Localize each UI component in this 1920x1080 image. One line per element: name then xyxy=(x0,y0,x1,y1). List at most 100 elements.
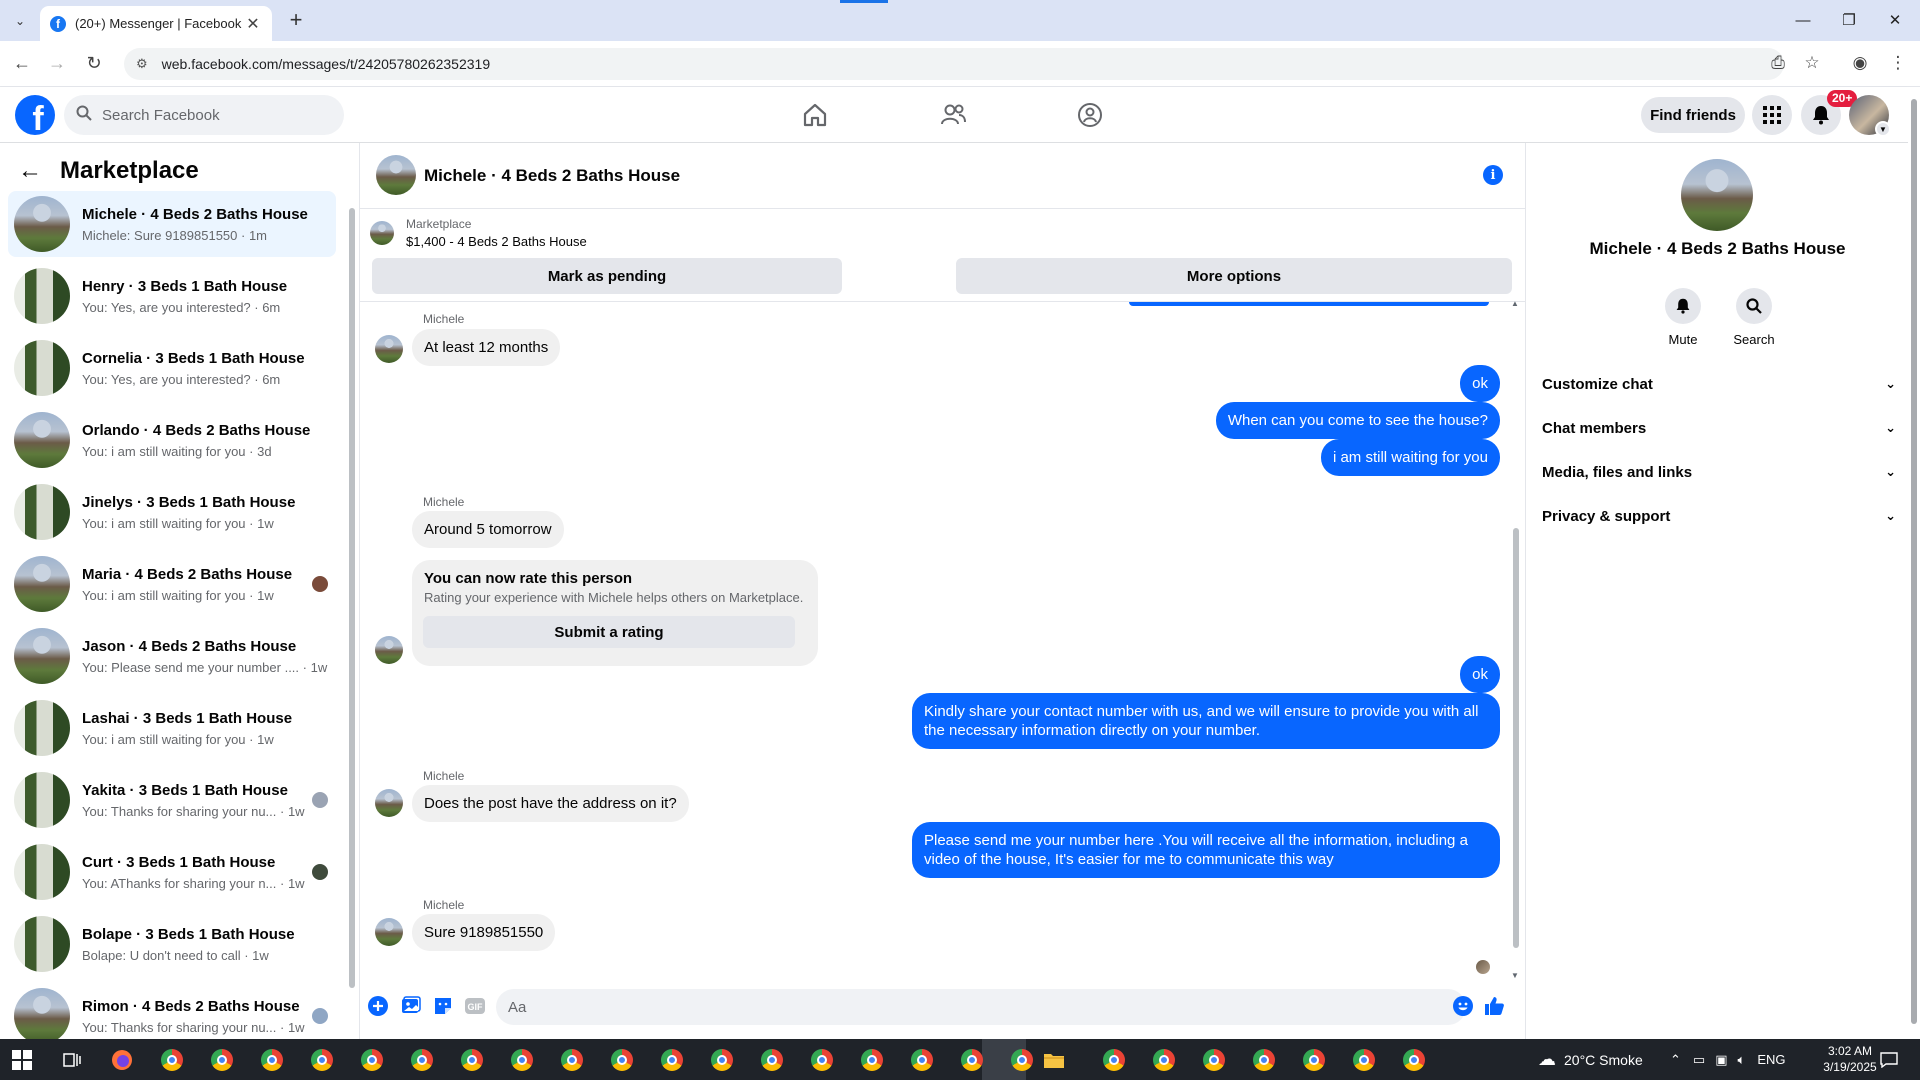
message-out[interactable]: ok xyxy=(1460,656,1500,693)
chrome-window-icon[interactable] xyxy=(1250,1046,1278,1074)
message-in[interactable]: At least 12 months xyxy=(412,329,561,366)
minimize-button[interactable]: — xyxy=(1780,6,1826,34)
new-tab-button[interactable]: + xyxy=(283,8,309,34)
message-in[interactable]: Does the post have the address on it? xyxy=(412,785,689,822)
message-input[interactable] xyxy=(508,998,1408,1016)
scrollbar-thumb[interactable] xyxy=(349,208,355,988)
install-app-icon[interactable]: ⎙ xyxy=(1766,52,1790,76)
browser-tab[interactable]: f (20+) Messenger | Facebook ✕ xyxy=(40,6,272,41)
more-options-button[interactable]: More options xyxy=(956,258,1512,294)
nav-groups[interactable] xyxy=(1035,87,1145,143)
message-input-field[interactable] xyxy=(496,989,1466,1025)
sticker-icon[interactable] xyxy=(432,995,454,1017)
mute-button[interactable]: Mute xyxy=(1653,288,1713,347)
sender-avatar[interactable] xyxy=(375,789,403,817)
profile-icon[interactable]: ◉ xyxy=(1848,52,1872,76)
search-in-conversation-button[interactable]: Search xyxy=(1724,288,1784,347)
section-chat-members[interactable]: Chat members ⌄ xyxy=(1542,406,1896,450)
chat-list-item[interactable]: Jinelys · 3 Beds 1 Bath House You: i am s… xyxy=(8,479,336,545)
chrome-window-icon[interactable] xyxy=(758,1046,786,1074)
chrome-window-icon[interactable] xyxy=(358,1046,386,1074)
message-out[interactable]: ok xyxy=(1460,365,1500,402)
chrome-window-icon[interactable] xyxy=(308,1046,336,1074)
display-icon[interactable]: ▭ xyxy=(1693,1052,1705,1068)
message-out[interactable]: When can you come to see the house? xyxy=(1215,402,1500,439)
firefox-icon[interactable] xyxy=(108,1046,136,1074)
chrome-window-icon[interactable] xyxy=(408,1046,436,1074)
conversation-title[interactable]: Michele · 4 Beds 2 Baths House xyxy=(424,166,680,186)
tab-close-icon[interactable]: ✕ xyxy=(244,14,262,34)
chrome-window-icon[interactable] xyxy=(908,1046,936,1074)
page-scrollbar[interactable] xyxy=(1908,87,1920,1039)
network-icon[interactable]: ▣ xyxy=(1715,1052,1727,1068)
facebook-logo[interactable]: f xyxy=(15,95,55,135)
chrome-window-icon[interactable] xyxy=(658,1046,686,1074)
nav-friends[interactable] xyxy=(898,87,1008,143)
submit-rating-button[interactable]: Submit a rating xyxy=(423,616,795,648)
notification-center-icon[interactable] xyxy=(1880,1039,1898,1080)
clock[interactable]: 3:02 AM 3/19/2025 xyxy=(1810,1043,1890,1075)
profile-avatar[interactable] xyxy=(1681,159,1753,231)
sender-avatar[interactable] xyxy=(375,636,403,664)
chrome-window-icon[interactable] xyxy=(458,1046,486,1074)
chrome-window-icon[interactable] xyxy=(258,1046,286,1074)
scroll-up-icon[interactable]: ▲ xyxy=(1511,299,1519,308)
message-out[interactable]: Kindly share your contact number with us… xyxy=(912,693,1500,749)
chrome-window-icon[interactable] xyxy=(708,1046,736,1074)
chat-list-item[interactable]: Bolape · 3 Beds 1 Bath House Bolape: U do… xyxy=(8,911,336,977)
forward-arrow-icon[interactable]: → xyxy=(45,52,69,76)
address-bar[interactable]: ⚙ web.facebook.com/messages/t/2420578026… xyxy=(124,48,1784,80)
section-customize-chat[interactable]: Customize chat ⌄ xyxy=(1542,362,1896,406)
chat-list-item[interactable]: Curt · 3 Beds 1 Bath House You: AThanks f… xyxy=(8,839,336,905)
chat-list-item[interactable]: Lashai · 3 Beds 1 Bath House You: i am st… xyxy=(8,695,336,761)
tab-search-chevron-icon[interactable]: ⌄ xyxy=(8,10,32,32)
message-in[interactable]: Around 5 tomorrow xyxy=(412,511,564,548)
thread-scrollbar[interactable]: ▲ ▼ xyxy=(1510,299,1522,980)
file-explorer-icon[interactable] xyxy=(1040,1046,1068,1074)
chrome-window-icon[interactable] xyxy=(1200,1046,1228,1074)
info-icon[interactable]: i xyxy=(1483,165,1503,185)
photo-icon[interactable] xyxy=(400,995,422,1017)
back-arrow-icon[interactable]: ← xyxy=(10,52,34,76)
account-chevron-icon[interactable]: ▼ xyxy=(1875,121,1891,137)
chrome-window-icon[interactable] xyxy=(1350,1046,1378,1074)
mark-pending-button[interactable]: Mark as pending xyxy=(372,258,842,294)
chrome-window-icon[interactable] xyxy=(558,1046,586,1074)
chrome-window-icon[interactable] xyxy=(1300,1046,1328,1074)
chrome-window-icon[interactable] xyxy=(958,1046,986,1074)
weather-widget[interactable]: ☁ 20°C Smoke xyxy=(1538,1039,1643,1080)
chrome-window-icon[interactable] xyxy=(1150,1046,1178,1074)
gif-icon[interactable]: GIF xyxy=(464,995,486,1017)
plus-icon[interactable] xyxy=(367,995,389,1017)
message-in[interactable]: Sure 9189851550 xyxy=(412,914,556,951)
chrome-window-icon[interactable] xyxy=(1400,1046,1428,1074)
sender-avatar[interactable] xyxy=(375,335,403,363)
task-view-icon[interactable] xyxy=(58,1046,86,1074)
chat-list-item[interactable]: Yakita · 3 Beds 1 Bath House You: Thanks … xyxy=(8,767,336,833)
chat-list-scrollbar[interactable] xyxy=(348,198,356,998)
reload-icon[interactable]: ↻ xyxy=(82,52,106,76)
chat-list-item[interactable]: Cornelia · 3 Beds 1 Bath House You: Yes, … xyxy=(8,335,336,401)
chrome-window-icon[interactable] xyxy=(1008,1046,1036,1074)
language-indicator[interactable]: ENG xyxy=(1757,1052,1785,1067)
url-text[interactable]: web.facebook.com/messages/t/242057802623… xyxy=(162,56,490,72)
chat-list-item[interactable]: Maria · 4 Beds 2 Baths House You: i am st… xyxy=(8,551,336,617)
menu-grid-button[interactable] xyxy=(1752,95,1792,135)
site-info-icon[interactable]: ⚙ xyxy=(136,56,148,72)
emoji-icon[interactable] xyxy=(1452,995,1474,1017)
chat-list-item[interactable]: Rimon · 4 Beds 2 Baths House You: Thanks … xyxy=(8,983,336,1039)
facebook-search[interactable] xyxy=(64,95,344,135)
message-out[interactable]: Please send me your number here .You wil… xyxy=(912,822,1500,878)
chat-list-item[interactable]: Jason · 4 Beds 2 Baths House You: Please … xyxy=(8,623,336,689)
back-arrow-icon[interactable]: ← xyxy=(18,157,42,185)
chat-list-item[interactable]: Michele · 4 Beds 2 Baths House Michele: S… xyxy=(8,191,336,257)
section-privacy-support[interactable]: Privacy & support ⌄ xyxy=(1542,494,1896,538)
find-friends-button[interactable]: Find friends xyxy=(1641,97,1745,133)
scrollbar-thumb[interactable] xyxy=(1911,99,1917,1024)
browser-menu-icon[interactable]: ⋮ xyxy=(1886,52,1910,76)
show-hidden-icons-chevron-icon[interactable]: ⌃ xyxy=(1670,1052,1681,1068)
chrome-window-icon[interactable] xyxy=(858,1046,886,1074)
scrollbar-thumb[interactable] xyxy=(1513,528,1519,948)
chat-list-item[interactable]: Orlando · 4 Beds 2 Baths House You: i am … xyxy=(8,407,336,473)
chrome-window-icon[interactable] xyxy=(608,1046,636,1074)
